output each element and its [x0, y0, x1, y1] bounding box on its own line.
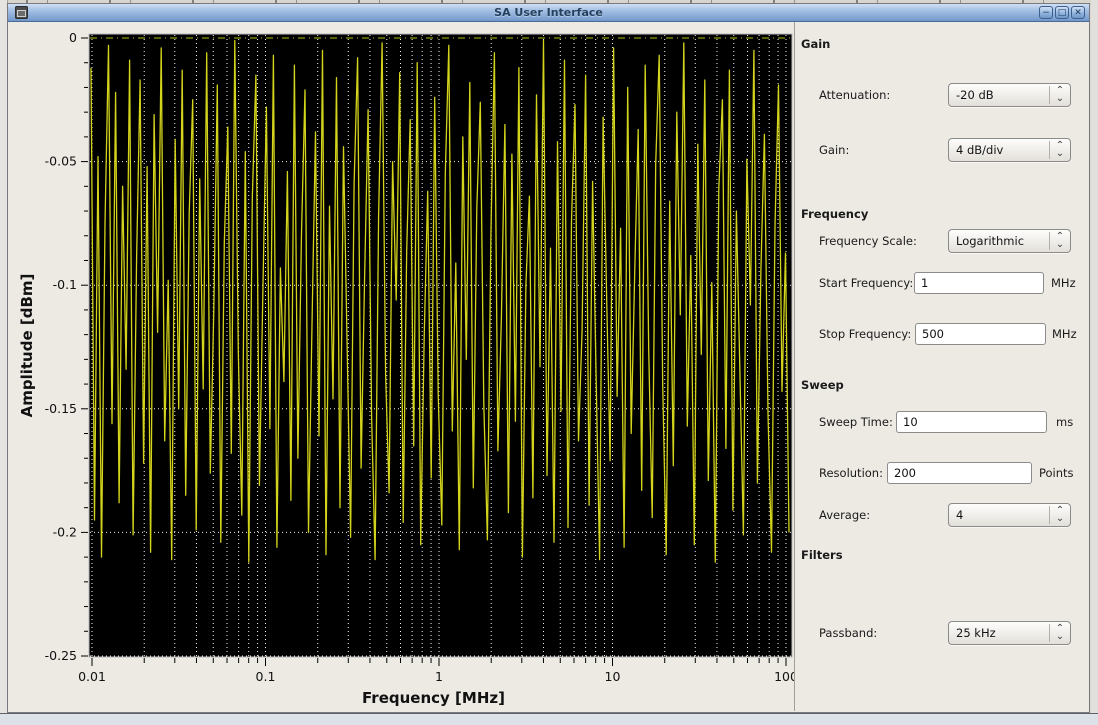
panel-divider: [794, 22, 795, 711]
sa-user-interface-window: SA User Interface − □ ✕ 0.01 0.1 1 10 100 0 -0…: [7, 3, 1090, 713]
maximize-button[interactable]: □: [1055, 6, 1069, 19]
attenuation-label: Attenuation:: [819, 88, 890, 102]
resolution-input[interactable]: [887, 462, 1032, 484]
close-button[interactable]: ✕: [1071, 6, 1085, 19]
passband-select[interactable]: 25 kHz ⌃⌄: [948, 621, 1071, 645]
section-header-sweep: Sweep: [801, 378, 844, 392]
svg-text:1: 1: [435, 669, 443, 684]
background-window-edge-bottom: [0, 713, 1098, 725]
frequency-scale-select[interactable]: Logarithmic ⌃⌄: [948, 229, 1071, 253]
svg-text:0.01: 0.01: [78, 669, 106, 684]
section-header-frequency: Frequency: [801, 207, 868, 221]
titlebar[interactable]: SA User Interface − □ ✕: [8, 4, 1089, 22]
start-frequency-input[interactable]: [914, 272, 1044, 294]
sweep-time-label: Sweep Time:: [819, 415, 893, 429]
x-axis-label: Frequency [MHz]: [362, 689, 505, 707]
start-frequency-unit: MHz: [1051, 276, 1076, 290]
resolution-unit: Points: [1039, 466, 1074, 480]
svg-text:0.1: 0.1: [256, 669, 276, 684]
passband-label: Passband:: [819, 626, 877, 640]
y-axis-label: Amplitude [dBm]: [18, 274, 36, 418]
gain-label: Gain:: [819, 143, 849, 157]
svg-text:-0.2: -0.2: [53, 524, 77, 539]
section-header-gain: Gain: [801, 37, 830, 51]
resolution-label: Resolution:: [819, 466, 883, 480]
screen: SA User Interface − □ ✕ 0.01 0.1 1 10 100 0 -0…: [0, 0, 1098, 725]
average-value: 4: [949, 508, 1049, 522]
attenuation-value: -20 dB: [949, 88, 1049, 102]
frequency-scale-label: Frequency Scale:: [819, 234, 917, 248]
close-icon: ✕: [1074, 8, 1082, 18]
svg-text:0: 0: [69, 30, 77, 45]
passband-value: 25 kHz: [949, 626, 1049, 640]
spinner-arrows-icon: ⌃⌄: [1050, 233, 1070, 249]
svg-text:-0.25: -0.25: [45, 648, 77, 663]
sweep-time-unit: ms: [1056, 415, 1073, 429]
sweep-time-input[interactable]: [896, 411, 1047, 433]
start-frequency-label: Start Frequency:: [819, 276, 913, 290]
stop-frequency-label: Stop Frequency:: [819, 327, 911, 341]
attenuation-select[interactable]: -20 dB ⌃⌄: [948, 83, 1071, 107]
average-label: Average:: [819, 508, 870, 522]
minimize-button[interactable]: −: [1039, 6, 1053, 19]
average-select[interactable]: 4 ⌃⌄: [948, 503, 1071, 527]
svg-text:-0.05: -0.05: [45, 154, 77, 169]
minimize-icon: −: [1042, 8, 1050, 18]
svg-text:-0.15: -0.15: [45, 401, 77, 416]
frequency-scale-value: Logarithmic: [949, 234, 1049, 248]
spinner-arrows-icon: ⌃⌄: [1050, 87, 1070, 103]
svg-text:10: 10: [605, 669, 621, 684]
stop-frequency-unit: MHz: [1052, 327, 1077, 341]
svg-text:-0.1: -0.1: [53, 277, 77, 292]
gain-select[interactable]: 4 dB/div ⌃⌄: [948, 138, 1071, 162]
svg-text:100: 100: [774, 669, 794, 684]
spinner-arrows-icon: ⌃⌄: [1050, 507, 1070, 523]
window-title: SA User Interface: [8, 6, 1089, 19]
maximize-icon: □: [1058, 8, 1067, 18]
section-header-filters: Filters: [801, 548, 843, 562]
spectrum-plot: 0.01 0.1 1 10 100 0 -0.05 -0.1 -0.15 -0.2 -0.25 Fre…: [8, 22, 794, 714]
stop-frequency-input[interactable]: [915, 323, 1046, 345]
spinner-arrows-icon: ⌃⌄: [1050, 142, 1070, 158]
spinner-arrows-icon: ⌃⌄: [1050, 625, 1070, 641]
background-window-edge-right: [1091, 0, 1098, 725]
gain-value: 4 dB/div: [949, 143, 1049, 157]
